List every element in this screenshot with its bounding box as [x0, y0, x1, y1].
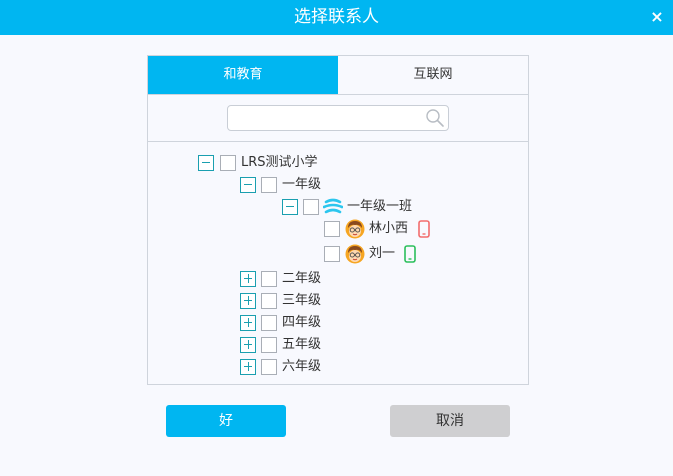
title-bar: 选择联系人 × — [0, 0, 673, 35]
collapse-toggle-grade1[interactable] — [240, 177, 256, 193]
ok-button[interactable]: 好 — [166, 405, 286, 437]
collapse-toggle-school[interactable] — [198, 155, 214, 171]
avatar-icon — [345, 244, 365, 264]
tree-label-grade3: 三年级 — [282, 293, 322, 308]
checkbox-grade3[interactable] — [261, 293, 277, 309]
cancel-button[interactable]: 取消 — [390, 405, 510, 437]
tree-label-grade2: 二年级 — [282, 271, 322, 286]
tree-label-grade4: 四年级 — [282, 315, 322, 330]
tree-node-school: LRS测试小学 — [198, 153, 398, 173]
expand-toggle-grade2[interactable] — [240, 271, 256, 287]
phone-icon — [404, 245, 416, 263]
checkbox-grade5[interactable] — [261, 337, 277, 353]
checkbox-grade2[interactable] — [261, 271, 277, 287]
tree-label-class1: 一年级一班 — [347, 199, 413, 214]
tree-node-member-2: 刘一 — [324, 244, 444, 264]
tree-node-grade4: 四年级 — [240, 313, 400, 333]
tree-label-member-2: 刘一 — [369, 246, 396, 261]
collapse-toggle-class1[interactable] — [282, 199, 298, 215]
checkbox-class1[interactable] — [303, 199, 319, 215]
tree-node-grade1: 一年级 — [240, 175, 400, 195]
dialog-title: 选择联系人 — [294, 7, 379, 27]
checkbox-grade1[interactable] — [261, 177, 277, 193]
checkbox-grade6[interactable] — [261, 359, 277, 375]
tree-node-grade5: 五年级 — [240, 335, 400, 355]
contact-picker-panel: 和教育 互联网 LRS测试小学 一年级 一年级一班 林小西 刘一 二年级 三年级… — [147, 55, 529, 385]
tree-label-grade6: 六年级 — [282, 359, 322, 374]
avatar-icon — [345, 219, 365, 239]
tree-node-grade6: 六年级 — [240, 357, 400, 377]
tree-node-grade2: 二年级 — [240, 269, 400, 289]
search-row — [148, 95, 528, 142]
expand-toggle-grade4[interactable] — [240, 315, 256, 331]
expand-toggle-grade6[interactable] — [240, 359, 256, 375]
search-icon[interactable] — [425, 108, 445, 128]
checkbox-grade4[interactable] — [261, 315, 277, 331]
expand-toggle-grade5[interactable] — [240, 337, 256, 353]
class-swirl-icon — [323, 198, 343, 214]
tree-label-member-1: 林小西 — [369, 221, 409, 236]
close-icon[interactable]: × — [648, 6, 666, 28]
search-input[interactable] — [234, 109, 420, 127]
tab-hejiaoyu[interactable]: 和教育 — [148, 56, 338, 94]
checkbox-member-2[interactable] — [324, 246, 340, 262]
checkbox-school[interactable] — [220, 155, 236, 171]
phone-icon — [418, 220, 430, 238]
tree-label-grade5: 五年级 — [282, 337, 322, 352]
tab-bar: 和教育 互联网 — [148, 56, 528, 95]
tree-label-grade1: 一年级 — [282, 177, 322, 192]
tree-node-grade3: 三年级 — [240, 291, 400, 311]
expand-toggle-grade3[interactable] — [240, 293, 256, 309]
checkbox-member-1[interactable] — [324, 221, 340, 237]
tree-node-class1: 一年级一班 — [282, 197, 462, 217]
tree-node-member-1: 林小西 — [324, 219, 444, 239]
search-box — [227, 105, 449, 131]
tree-label-school: LRS测试小学 — [241, 155, 318, 170]
tab-internet[interactable]: 互联网 — [338, 56, 528, 94]
